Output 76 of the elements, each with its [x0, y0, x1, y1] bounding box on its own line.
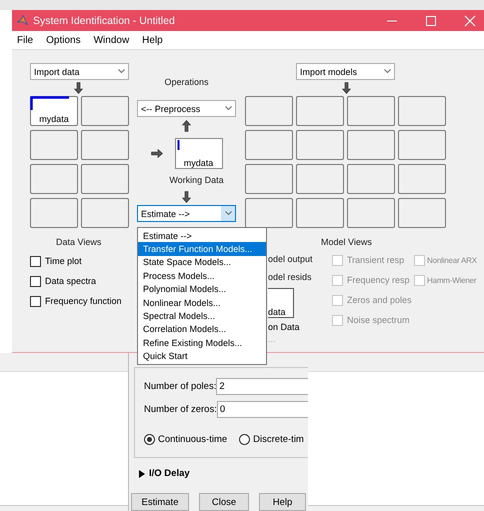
empty-board[interactable]: [398, 96, 446, 126]
chevron-icon: [224, 106, 232, 111]
empty-board[interactable]: [347, 130, 395, 160]
radio-option[interactable]: Continuous-time: [144, 434, 228, 445]
chevron-icon: [224, 211, 232, 216]
radio-button[interactable]: [144, 434, 155, 445]
chevron-icon: [118, 69, 124, 74]
empty-board[interactable]: [81, 130, 129, 160]
checkbox-option[interactable]: Frequency function: [30, 295, 122, 307]
empty-board[interactable]: [347, 198, 395, 228]
menu-item[interactable]: Help: [142, 34, 163, 46]
empty-board[interactable]: [245, 130, 293, 160]
import-models-select[interactable]: Import models: [296, 63, 395, 80]
field-label: Number of zeros:: [144, 404, 217, 415]
checkbox-option[interactable]: Data spectra: [30, 275, 96, 287]
model-board[interactable]: data: [268, 288, 294, 318]
right-arrow-icon: [150, 149, 162, 158]
chevron-icon: [384, 69, 390, 74]
checkbox[interactable]: [30, 276, 41, 286]
checkbox-label[interactable]: odel resids: [268, 272, 332, 282]
empty-board[interactable]: [30, 130, 78, 160]
empty-board[interactable]: [296, 198, 344, 228]
section-title: Data Views: [56, 237, 102, 247]
empty-board[interactable]: [30, 198, 78, 228]
empty-board[interactable]: [30, 164, 78, 194]
caption-text: Working Data: [169, 175, 224, 185]
caption-text: on Data: [268, 322, 301, 332]
down-arrow-icon: [182, 191, 191, 203]
dialog-button[interactable]: Close: [199, 493, 249, 511]
data-board[interactable]: mydata: [30, 96, 78, 126]
empty-board[interactable]: [398, 164, 446, 194]
close-icon[interactable]: [464, 14, 476, 26]
empty-board[interactable]: [296, 164, 344, 194]
empty-board[interactable]: [347, 96, 395, 126]
expander[interactable]: I/O Delay: [139, 468, 308, 479]
empty-board[interactable]: [245, 198, 293, 228]
empty-board[interactable]: [296, 96, 344, 126]
menu-item[interactable]: Options: [46, 34, 81, 46]
hint-text: ...: [268, 334, 277, 344]
down-arrow-icon: [74, 82, 83, 94]
empty-board[interactable]: [296, 130, 344, 160]
dialog-button[interactable]: Estimate: [131, 493, 189, 511]
empty-board[interactable]: [245, 164, 293, 194]
import-data-select[interactable]: Import data: [30, 63, 129, 80]
signal-trace-icon: [176, 140, 180, 150]
checkbox[interactable]: [30, 296, 41, 306]
input-field[interactable]: 0: [216, 401, 308, 418]
input-field[interactable]: 2: [216, 378, 308, 395]
menu-item[interactable]: File: [17, 34, 34, 46]
down-arrow-icon: [342, 82, 351, 94]
maximize-icon[interactable]: [425, 14, 437, 26]
dialog-button[interactable]: Help: [259, 493, 306, 511]
window-title: System Identification - Untitled: [33, 14, 176, 26]
checkbox[interactable]: [30, 256, 41, 266]
up-arrow-icon: [182, 120, 191, 132]
checkbox-option[interactable]: Time plot: [30, 255, 82, 267]
empty-board[interactable]: [245, 96, 293, 126]
radio-button[interactable]: [239, 434, 250, 445]
radio-option[interactable]: Discrete-tim: [239, 434, 304, 445]
dropdown-option[interactable]: Transfer Function Models...: [138, 242, 266, 256]
field-label: Number of poles:: [144, 381, 216, 392]
preprocess-select[interactable]: <-- Preprocess: [137, 100, 236, 117]
working-data-board[interactable]: mydata: [174, 138, 222, 169]
menu-item[interactable]: Window: [94, 34, 130, 46]
empty-board[interactable]: [81, 198, 129, 228]
empty-board[interactable]: [398, 198, 446, 228]
empty-board[interactable]: [81, 96, 129, 126]
empty-board[interactable]: [398, 130, 446, 160]
app-logo-icon: [17, 15, 28, 26]
empty-board[interactable]: [347, 164, 395, 194]
checkbox-label[interactable]: odel output: [268, 254, 332, 264]
empty-board[interactable]: [81, 164, 129, 194]
section-title: Operations: [164, 77, 209, 87]
section-title: Model Views: [321, 237, 372, 247]
signal-trace-icon: [30, 96, 70, 110]
estimate-select[interactable]: Estimate -->: [137, 205, 236, 222]
